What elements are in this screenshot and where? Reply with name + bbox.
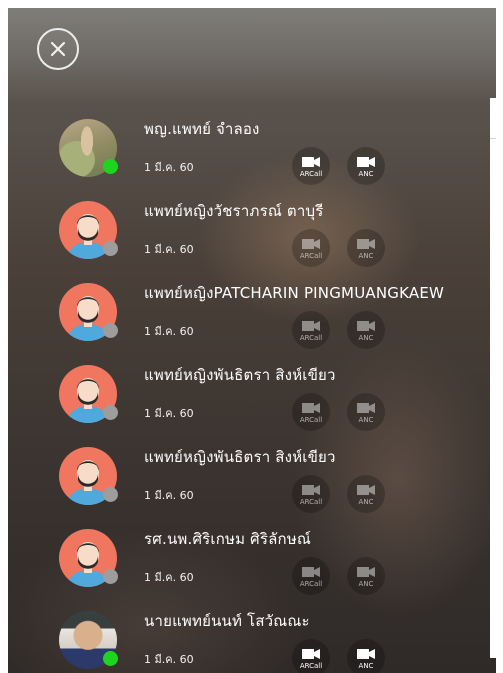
contact-date: 1 มี.ค. 60 bbox=[144, 489, 194, 502]
contact-row[interactable]: พญ.แพทย์ จำลอง 1 มี.ค. 60 ARCall ANC bbox=[8, 113, 496, 195]
offline-status-dot bbox=[103, 241, 118, 256]
arcall-button[interactable]: ARCall bbox=[292, 229, 330, 267]
close-button[interactable] bbox=[37, 28, 79, 70]
video-camera-icon bbox=[357, 567, 375, 577]
video-camera-icon bbox=[302, 403, 320, 413]
video-camera-icon bbox=[357, 239, 375, 249]
arcall-label: ARCall bbox=[299, 498, 323, 506]
contact-name: แพทย์หญิงวัชราภรณ์ ตาบุรี bbox=[144, 202, 324, 220]
contact-row[interactable]: แพทย์หญิงPATCHARIN PINGMUANGKAEW 1 มี.ค.… bbox=[8, 277, 496, 359]
arcall-label: ARCall bbox=[299, 580, 323, 588]
anc-button[interactable]: ANC bbox=[347, 557, 385, 595]
video-camera-icon bbox=[302, 157, 320, 167]
anc-label: ANC bbox=[358, 252, 374, 260]
anc-button[interactable]: ANC bbox=[347, 311, 385, 349]
anc-button[interactable]: ANC bbox=[347, 229, 385, 267]
arcall-label: ARCall bbox=[299, 252, 323, 260]
arcall-button[interactable]: ARCall bbox=[292, 393, 330, 431]
contact-row[interactable]: แพทย์หญิงวัชราภรณ์ ตาบุรี 1 มี.ค. 60 ARC… bbox=[8, 195, 496, 277]
arcall-label: ARCall bbox=[299, 334, 323, 342]
contact-date: 1 มี.ค. 60 bbox=[144, 325, 194, 338]
arcall-button[interactable]: ARCall bbox=[292, 311, 330, 349]
anc-button[interactable]: ANC bbox=[347, 147, 385, 185]
arcall-label: ARCall bbox=[299, 170, 323, 178]
video-camera-icon bbox=[302, 567, 320, 577]
anc-label: ANC bbox=[358, 580, 374, 588]
contact-date: 1 มี.ค. 60 bbox=[144, 161, 194, 174]
video-camera-icon bbox=[302, 649, 320, 659]
contact-date: 1 มี.ค. 60 bbox=[144, 407, 194, 420]
offline-status-dot bbox=[103, 405, 118, 420]
offline-status-dot bbox=[103, 569, 118, 584]
video-camera-icon bbox=[302, 239, 320, 249]
contact-date: 1 มี.ค. 60 bbox=[144, 243, 194, 256]
video-camera-icon bbox=[357, 649, 375, 659]
online-status-dot bbox=[103, 651, 118, 666]
anc-label: ANC bbox=[358, 498, 374, 506]
arcall-label: ARCall bbox=[299, 662, 323, 670]
contact-row[interactable]: แพทย์หญิงพันธิตรา สิงห์เขียว 1 มี.ค. 60 … bbox=[8, 359, 496, 441]
anc-button[interactable]: ANC bbox=[347, 393, 385, 431]
anc-button[interactable]: ANC bbox=[347, 475, 385, 513]
contact-name: แพทย์หญิงพันธิตรา สิงห์เขียว bbox=[144, 366, 336, 384]
arcall-button[interactable]: ARCall bbox=[292, 639, 330, 673]
anc-label: ANC bbox=[358, 170, 374, 178]
video-camera-icon bbox=[302, 485, 320, 495]
contact-name: แพทย์หญิงPATCHARIN PINGMUANGKAEW bbox=[144, 284, 445, 302]
contact-name: นายแพทย์นนท์ โสวัณณะ bbox=[144, 612, 310, 630]
video-camera-icon bbox=[302, 321, 320, 331]
contact-row[interactable]: นายแพทย์นนท์ โสวัณณะ 1 มี.ค. 60 ARCall A… bbox=[8, 605, 496, 673]
arcall-button[interactable]: ARCall bbox=[292, 475, 330, 513]
close-x-icon bbox=[50, 41, 66, 57]
arcall-button[interactable]: ARCall bbox=[292, 147, 330, 185]
contact-name: แพทย์หญิงพันธิตรา สิงห์เขียว bbox=[144, 448, 336, 466]
blurred-header-background bbox=[8, 8, 496, 103]
online-status-dot bbox=[103, 159, 118, 174]
contact-name: พญ.แพทย์ จำลอง bbox=[144, 120, 260, 138]
contact-row[interactable]: แพทย์หญิงพันธิตรา สิงห์เขียว 1 มี.ค. 60 … bbox=[8, 441, 496, 523]
anc-label: ANC bbox=[358, 662, 374, 670]
video-camera-icon bbox=[357, 157, 375, 167]
video-camera-icon bbox=[357, 403, 375, 413]
anc-label: ANC bbox=[358, 334, 374, 342]
arcall-button[interactable]: ARCall bbox=[292, 557, 330, 595]
contact-date: 1 มี.ค. 60 bbox=[144, 571, 194, 584]
arcall-label: ARCall bbox=[299, 416, 323, 424]
contact-name: รศ.นพ.ศิริเกษม ศิริลักษณ์ bbox=[144, 530, 312, 548]
video-camera-icon bbox=[357, 321, 375, 331]
contact-row[interactable]: รศ.นพ.ศิริเกษม ศิริลักษณ์ 1 มี.ค. 60 ARC… bbox=[8, 523, 496, 605]
anc-label: ANC bbox=[358, 416, 374, 424]
contact-date: 1 มี.ค. 60 bbox=[144, 653, 194, 666]
video-camera-icon bbox=[357, 485, 375, 495]
app-screen: พญ.แพทย์ จำลอง 1 มี.ค. 60 ARCall ANC แพท… bbox=[8, 8, 496, 673]
offline-status-dot bbox=[103, 323, 118, 338]
anc-button[interactable]: ANC bbox=[347, 639, 385, 673]
offline-status-dot bbox=[103, 487, 118, 502]
